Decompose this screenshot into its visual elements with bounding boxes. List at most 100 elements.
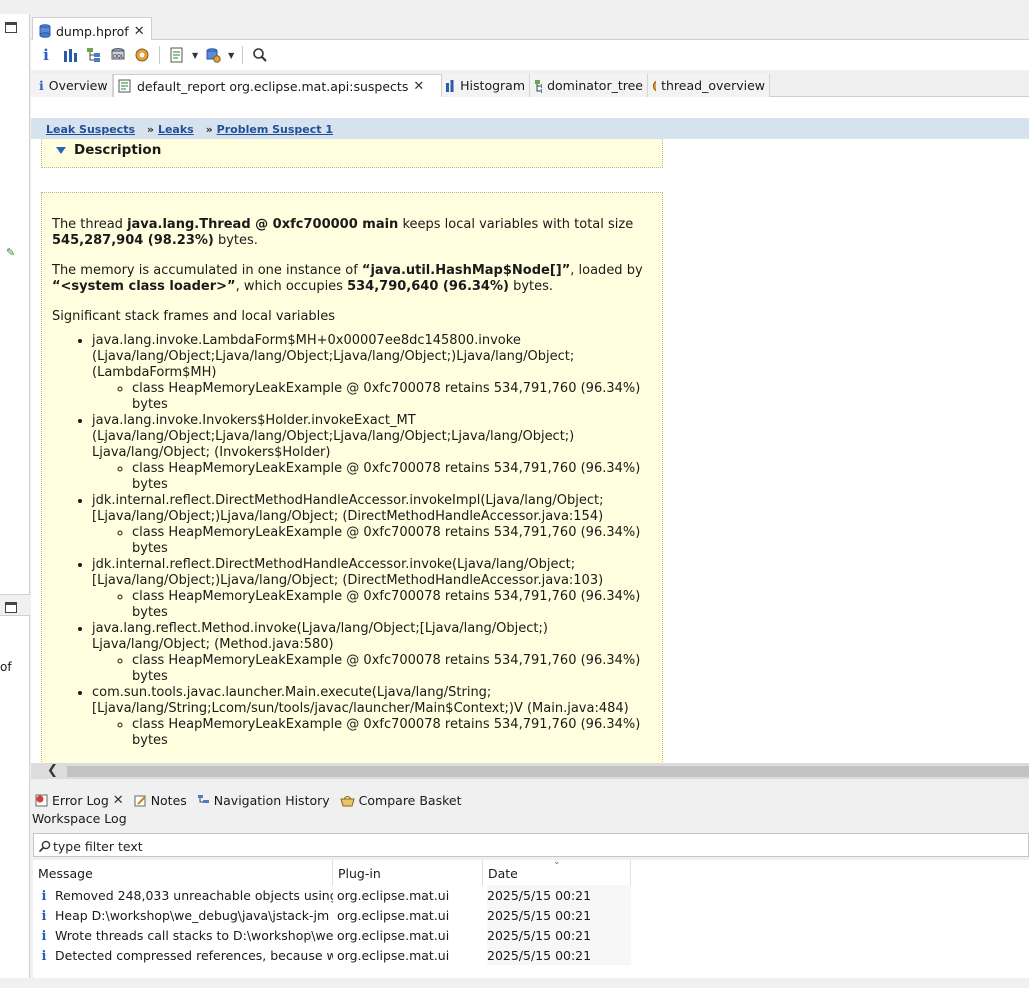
histogram-icon[interactable] (61, 46, 79, 64)
stack-frame: java.lang.invoke.LambdaForm$MH+0x00007ee… (92, 333, 652, 413)
svg-text:OQL: OQL (113, 54, 124, 60)
tab-label: Notes (150, 792, 187, 808)
tab-overview[interactable]: i Overview (31, 74, 113, 97)
thread-summary: The thread java.lang.Thread @ 0xfc700000… (52, 217, 652, 249)
column-date[interactable]: Date ⌄ (483, 857, 631, 886)
text: The memory is accumulated in one instanc… (52, 263, 362, 278)
description-header[interactable]: Description (41, 139, 663, 168)
column-date-label: Date (488, 866, 518, 881)
close-icon[interactable]: ✕ (134, 25, 145, 38)
table-row[interactable]: i Heap D:\workshop\we_debug\java\jstack-j… (33, 905, 633, 925)
tab-label: Navigation History (213, 792, 330, 808)
search-icon (38, 840, 51, 852)
heap-dump-icon[interactable] (204, 46, 222, 64)
breadcrumb: Leak Suspects » Leaks » Problem Suspect 1 (31, 118, 1029, 139)
text: bytes. (508, 279, 554, 294)
sort-desc-icon: ⌄ (553, 857, 561, 867)
reports-dropdown-icon[interactable]: ▼ (192, 51, 198, 60)
tab-navigation-history[interactable]: Navigation History (197, 793, 330, 808)
report-content: Leak Suspects » Leaks » Problem Suspect 1 … (31, 97, 1029, 763)
left-text-fragment: of (0, 660, 12, 674)
info-icon: i (39, 78, 44, 93)
left-view-strip: ✎ of (0, 14, 30, 984)
total-size: 545,287,904 (98.23%) (52, 233, 214, 248)
dominator-tree-icon (535, 79, 543, 93)
filter-placeholder: type filter text (53, 838, 143, 854)
editor-toolbar: i OQL ▼ ▼ (31, 40, 1029, 70)
text: , loaded by (570, 263, 643, 278)
breadcrumb-leaks[interactable]: Leaks (158, 123, 194, 136)
navigation-history-icon (197, 794, 209, 803)
class-name: “java.util.HashMap$Node[]” (361, 263, 571, 278)
row-plugin: org.eclipse.mat.ui (337, 948, 450, 963)
column-message[interactable]: Message (33, 860, 333, 886)
pin-icon[interactable]: ✎ (6, 246, 15, 259)
description-panel: The thread java.lang.Thread @ 0xfc700000… (41, 192, 663, 763)
heap-dump-dropdown-icon[interactable]: ▼ (228, 51, 234, 60)
local-variable: class HeapMemoryLeakExample @ 0xfc700078… (132, 589, 652, 621)
stack-frames-list: java.lang.invoke.LambdaForm$MH+0x00007ee… (52, 333, 652, 749)
search-icon[interactable] (251, 46, 269, 64)
breadcrumb-leak-suspects[interactable]: Leak Suspects (46, 123, 135, 136)
breadcrumb-separator: » (205, 123, 213, 136)
horizontal-scrollbar[interactable]: ❮ (31, 763, 1029, 779)
breadcrumb-separator: » (146, 123, 154, 136)
editor-tab-dump[interactable]: dump.hprof ✕ (32, 17, 152, 41)
info-icon: i (41, 909, 47, 924)
editor-tab-label: dump.hprof (56, 23, 129, 39)
restore-icon[interactable] (5, 22, 17, 33)
tab-error-log[interactable]: Error Log ✕ (35, 793, 124, 808)
tab-label: Histogram (460, 78, 525, 93)
oql-icon[interactable]: OQL (109, 46, 127, 64)
description-heading: Description (74, 142, 162, 158)
column-plugin[interactable]: Plug-in (333, 860, 483, 886)
thread-overview-icon[interactable] (133, 46, 151, 64)
local-variable: class HeapMemoryLeakExample @ 0xfc700078… (132, 525, 652, 557)
row-date: 2025/5/15 00:21 (487, 885, 631, 905)
row-message: Heap D:\workshop\we_debug\java\jstack-jm (55, 908, 330, 923)
status-bar (0, 978, 1029, 988)
log-table: Message Plug-in Date ⌄ i Removed 248,033 … (33, 857, 1029, 978)
stack-frames-heading: Significant stack frames and local varia… (52, 309, 336, 324)
tab-thread-overview[interactable]: thread_overview (648, 74, 770, 97)
class-loader: “<system class loader>” (52, 279, 236, 294)
tab-histogram[interactable]: Histogram (442, 74, 530, 97)
histogram-icon (446, 79, 456, 92)
tab-default-report[interactable]: default_report org.eclipse.mat.api:suspe… (113, 74, 442, 97)
row-date: 2025/5/15 00:21 (487, 925, 631, 945)
table-row[interactable]: i Wrote threads call stacks to D:\worksho… (33, 925, 633, 945)
scrollbar-thumb[interactable] (67, 766, 1029, 777)
close-icon[interactable]: ✕ (113, 794, 124, 807)
frame-text: jdk.internal.reflect.DirectMethodHandleA… (92, 557, 604, 588)
tab-dominator-tree[interactable]: dominator_tree (530, 74, 648, 97)
scroll-left-icon[interactable]: ❮ (47, 763, 58, 778)
table-row[interactable]: i Detected compressed references, because… (33, 945, 633, 965)
log-filter[interactable]: type filter text (33, 833, 1029, 857)
restore-icon-2[interactable] (5, 602, 17, 613)
thread-overview-icon (653, 80, 657, 91)
row-message: Wrote threads call stacks to D:\workshop… (55, 928, 333, 943)
tab-compare-basket[interactable]: Compare Basket (340, 793, 461, 808)
local-variable: class HeapMemoryLeakExample @ 0xfc700078… (132, 653, 652, 685)
notes-icon (134, 795, 146, 806)
report-tab-bar: i Overview default_report org.eclipse.ma… (31, 74, 1029, 97)
text: bytes. (213, 233, 258, 248)
breadcrumb-problem-suspect[interactable]: Problem Suspect 1 (217, 123, 333, 136)
tab-label: dominator_tree (547, 78, 643, 93)
frame-text: jdk.internal.reflect.DirectMethodHandleA… (92, 493, 604, 524)
editor-tab-bar: dump.hprof ✕ (31, 14, 1029, 41)
collapse-triangle-icon[interactable] (56, 147, 66, 154)
frame-text: java.lang.invoke.LambdaForm$MH+0x00007ee… (92, 333, 575, 380)
stack-frame: java.lang.invoke.Invokers$Holder.invokeE… (92, 413, 652, 493)
info-icon[interactable]: i (37, 46, 55, 64)
close-icon[interactable]: ✕ (413, 80, 424, 93)
dominator-tree-icon[interactable] (85, 46, 103, 64)
local-variable: class HeapMemoryLeakExample @ 0xfc700078… (132, 461, 652, 493)
frame-text: java.lang.reflect.Method.invoke(Ljava/la… (92, 621, 548, 652)
local-variable: class HeapMemoryLeakExample @ 0xfc700078… (132, 717, 652, 749)
toolbar-separator (159, 46, 160, 64)
tab-notes[interactable]: Notes (134, 793, 187, 808)
row-date: 2025/5/15 00:21 (487, 945, 631, 965)
reports-icon[interactable] (168, 46, 186, 64)
table-row[interactable]: i Removed 248,033 unreachable objects usi… (33, 885, 633, 905)
